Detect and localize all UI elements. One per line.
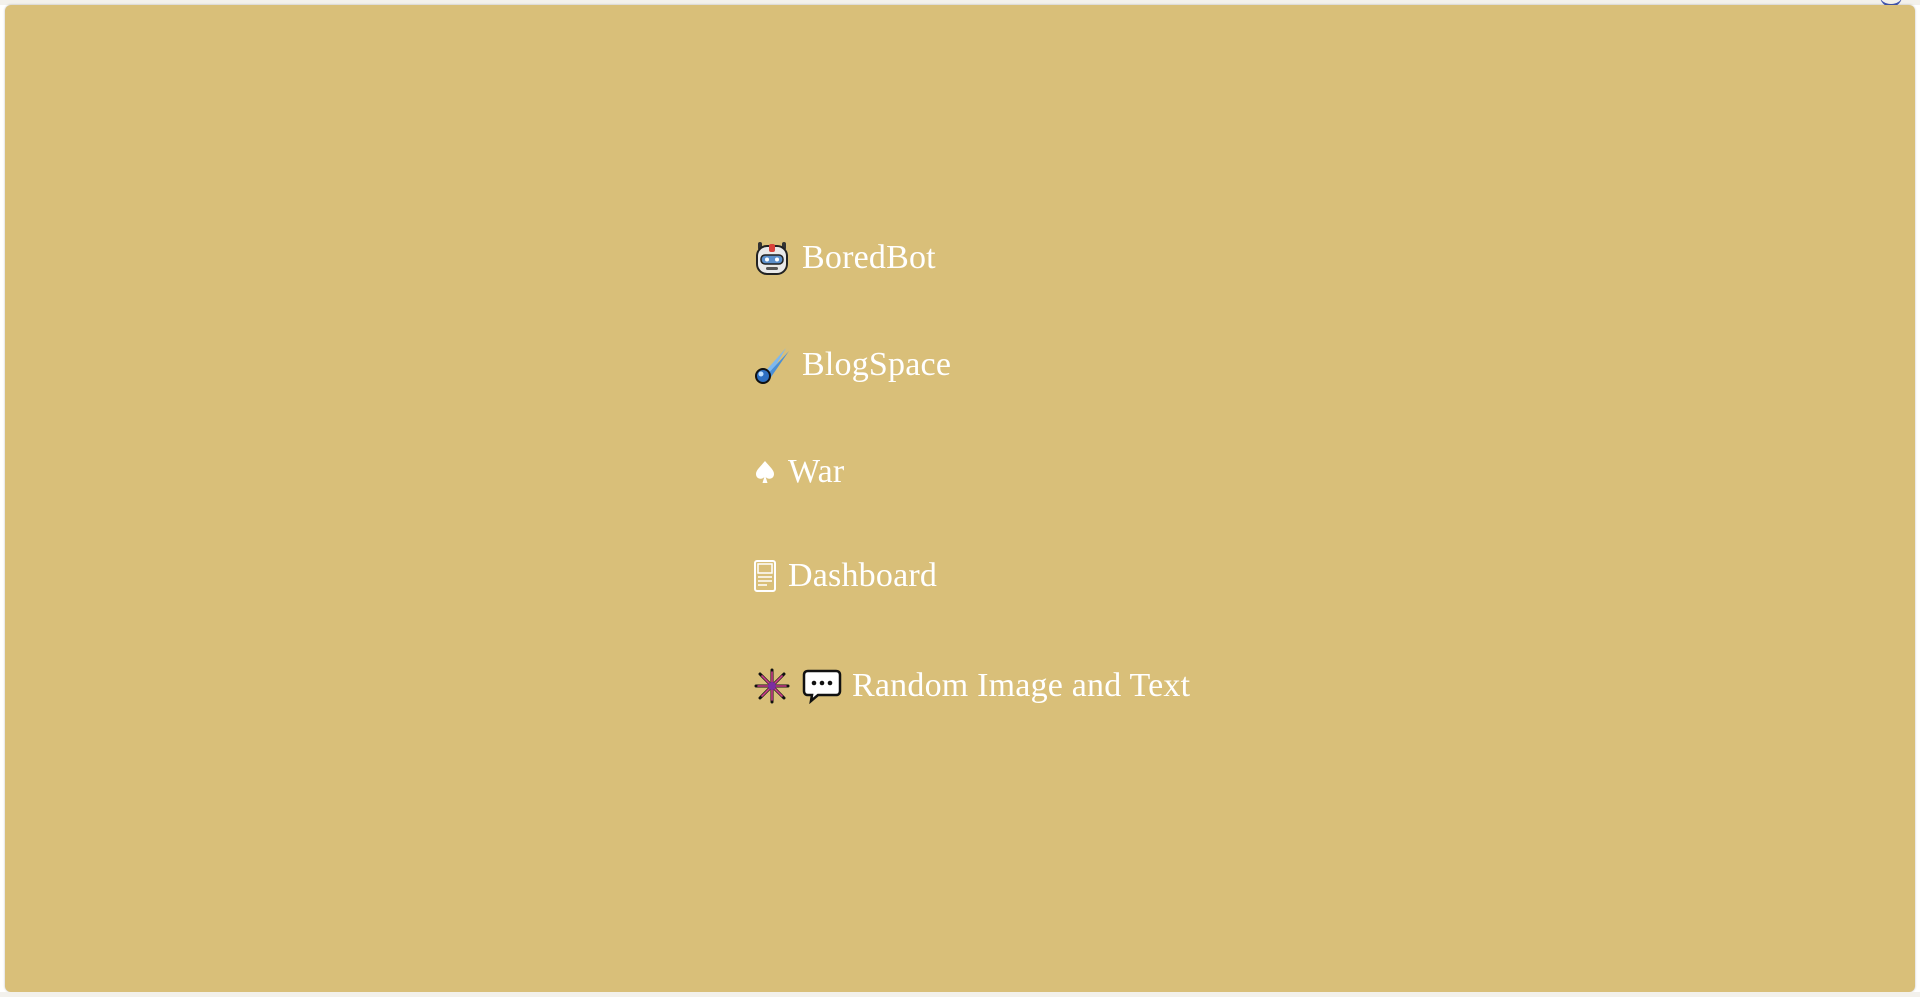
pager-icon bbox=[752, 560, 778, 592]
nav-label: War bbox=[788, 453, 845, 490]
nav-label: Dashboard bbox=[788, 557, 938, 594]
main-panel: BoredBot BlogSpace War Dashboard Random … bbox=[5, 5, 1915, 992]
nav-label: BlogSpace bbox=[802, 346, 952, 383]
fireworks-icon bbox=[752, 666, 792, 706]
nav-link-random-image-and-text[interactable]: Random Image and Text bbox=[752, 666, 1190, 706]
nav-link-dashboard[interactable]: Dashboard bbox=[752, 559, 937, 593]
project-nav: BoredBot BlogSpace War Dashboard Random … bbox=[752, 5, 1452, 992]
comet-icon bbox=[752, 345, 792, 385]
window-bottom-edge bbox=[0, 992, 1920, 997]
speech-bubble-icon bbox=[802, 668, 842, 704]
nav-link-blogspace[interactable]: BlogSpace bbox=[752, 345, 951, 385]
spade-icon bbox=[752, 457, 778, 487]
nav-link-boredbot[interactable]: BoredBot bbox=[752, 238, 936, 278]
nav-label: BoredBot bbox=[802, 239, 936, 276]
nav-label: Random Image and Text bbox=[852, 667, 1191, 704]
robot-icon bbox=[752, 238, 792, 278]
nav-link-war[interactable]: War bbox=[752, 455, 844, 489]
